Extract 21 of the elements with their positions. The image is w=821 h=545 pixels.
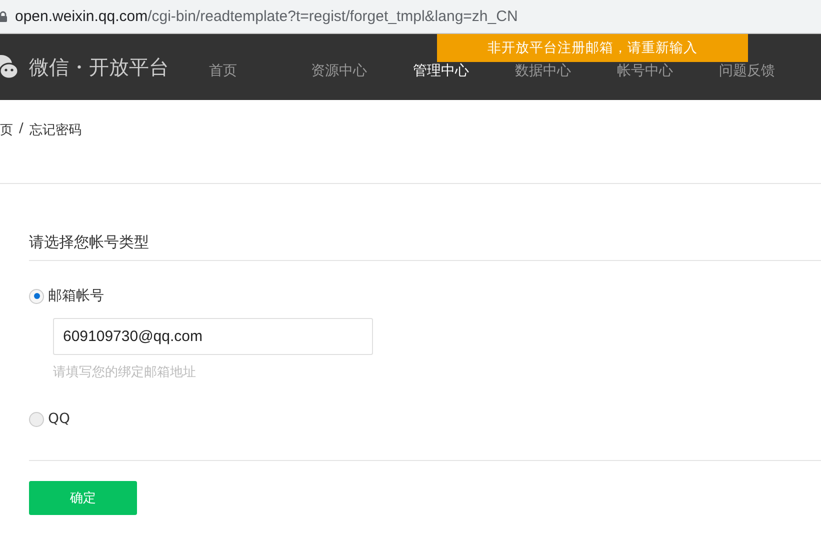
breadcrumb-separator: /: [19, 121, 24, 136]
nav-link[interactable]: 资源中心: [311, 62, 413, 80]
breadcrumb-link[interactable]: 页: [0, 121, 13, 139]
address-bar[interactable]: open.weixin.qq.com/cgi-bin/readtemplate?t=regist/forget_tmpl&lang=zh_CN: [0, 0, 821, 34]
nav-link[interactable]: 数据中心: [515, 62, 617, 80]
error-toast: 非开放平台注册邮箱，请重新输入: [437, 34, 748, 62]
logo-text[interactable]: 微信・开放平台: [29, 54, 169, 80]
radio-button[interactable]: [29, 288, 44, 304]
nav-link[interactable]: 管理中心: [413, 62, 515, 80]
lock-icon: [0, 11, 7, 22]
radio-button[interactable]: [29, 412, 44, 426]
nav-link[interactable]: 问题反馈: [719, 62, 821, 80]
radio-option[interactable]: 邮箱帐号: [29, 287, 821, 305]
email-input-field[interactable]: 609109730@qq.com: [53, 318, 373, 355]
nav-link[interactable]: 首页: [209, 62, 311, 80]
section-title: 请选择您帐号类型: [29, 233, 821, 261]
radio-option[interactable]: QQ: [29, 411, 821, 427]
url-text: open.weixin.qq.com/cgi-bin/readtemplate?t=regist/forget_tmpl&lang=zh_CN: [15, 8, 518, 25]
field-hint: 请填写您的绑定邮箱地址: [53, 364, 197, 381]
breadcrumb-current: 忘记密码: [29, 122, 82, 139]
nav-link[interactable]: 帐号中心: [617, 62, 719, 80]
